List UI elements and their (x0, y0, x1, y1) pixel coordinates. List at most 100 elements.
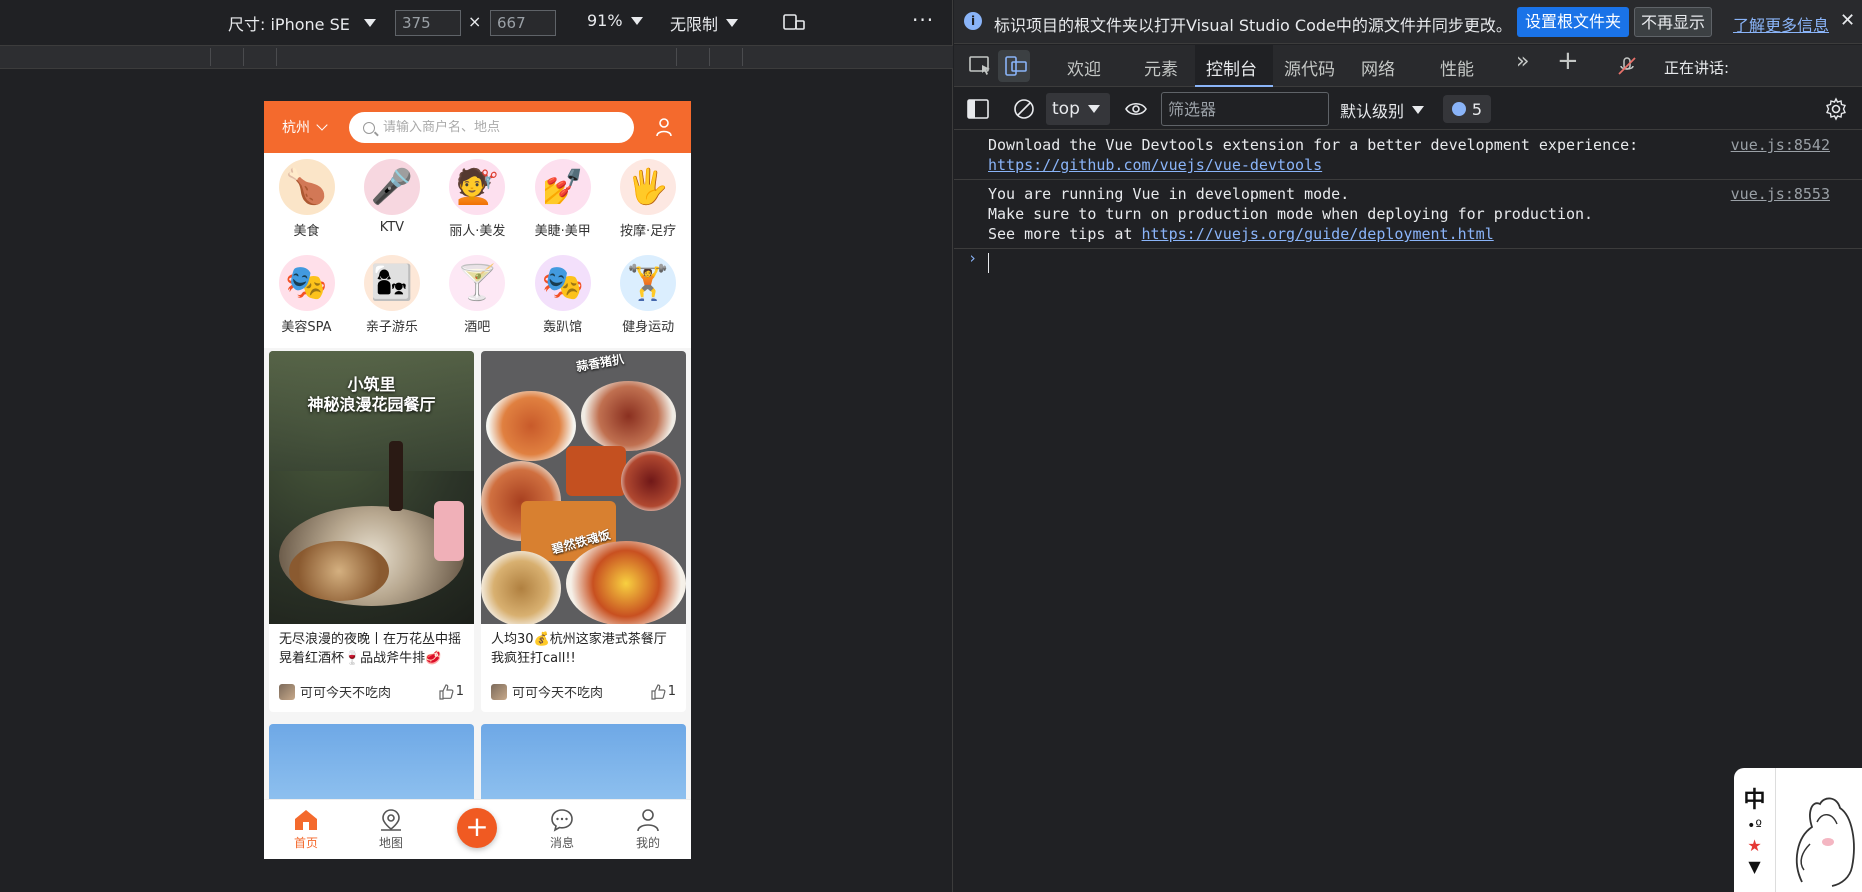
info-icon: i (964, 12, 982, 30)
gear-icon[interactable] (1824, 97, 1848, 121)
more-tabs-icon[interactable]: » (1516, 49, 1529, 74)
category-6[interactable]: 🎭 美容SPA (264, 251, 349, 341)
search-box[interactable] (349, 112, 634, 143)
tab-elements[interactable]: 元素 (1144, 55, 1178, 80)
search-icon (363, 121, 375, 134)
rotate-icon[interactable] (782, 12, 806, 32)
tab-sources[interactable]: 源代码 (1284, 55, 1335, 80)
message-link[interactable]: https://vuejs.org/guide/deployment.html (1142, 225, 1494, 243)
category-9[interactable]: 🎭 轰趴馆 (520, 251, 605, 341)
more-options-icon[interactable]: ··· (912, 8, 934, 32)
dimension-separator: × (468, 12, 482, 31)
chevron-down-icon (1412, 106, 1425, 114)
clear-console-icon[interactable] (1012, 98, 1036, 120)
learn-more-link[interactable]: 了解更多信息 (1733, 12, 1829, 36)
console-message: You are running Vue in development mode.… (954, 180, 1862, 249)
console-prompt[interactable]: › (954, 249, 1862, 275)
height-input[interactable] (490, 10, 556, 36)
card-image: 蒜香猪扒 碧然铁魂饭 (481, 351, 686, 624)
chevron-down-icon (316, 119, 328, 131)
zoom-selector[interactable]: 91% (587, 11, 643, 30)
face-mask-icon: 🎭 (278, 255, 335, 311)
card-title: 无尽浪漫的夜晚丨在万花丛中摇晃着红酒杯🍷品战斧牛排🥩 (279, 632, 462, 666)
category-grid: 🍗 美食 🎤 KTV 💇 丽人·美发 💅 美睫·美甲 🖐 按摩·足疗 🎭 美容SPA 👩‍👧 亲子游乐 🍸 酒… (264, 153, 691, 348)
context-selector[interactable]: top (1046, 93, 1110, 125)
inspect-element-icon[interactable] (968, 55, 994, 77)
device-toolbar-icon[interactable] (1003, 55, 1029, 77)
filter-input[interactable] (1161, 92, 1329, 126)
user-icon[interactable] (655, 117, 673, 137)
feed-card-image[interactable] (481, 724, 686, 804)
category-1[interactable]: 🍗 美食 (264, 155, 349, 245)
tab-label: 消息 (549, 836, 574, 850)
chevron-down-icon (363, 19, 376, 27)
card-author: 可可今天不吃肉 (512, 686, 604, 701)
close-icon[interactable]: ✕ (1840, 10, 1855, 31)
like-button[interactable]: 1 (650, 683, 676, 700)
add-tab-icon[interactable]: + (1557, 46, 1579, 76)
card-footer: 可可今天不吃肉 1 (481, 676, 686, 701)
person-icon (637, 809, 659, 832)
home-icon (295, 810, 317, 830)
tab-profile[interactable]: 我的 (613, 808, 683, 851)
tab-map[interactable]: 地图 (356, 808, 426, 851)
category-7[interactable]: 👩‍👧 亲子游乐 (349, 251, 434, 341)
category-label: 按摩·足疗 (620, 224, 677, 239)
category-10[interactable]: 🏋 健身运动 (606, 251, 691, 341)
category-label: 丽人·美发 (449, 224, 506, 239)
nail-salon-icon: 💅 (534, 159, 591, 215)
city-selector[interactable]: 杭州 (282, 117, 328, 137)
source-link[interactable]: vue.js:8553 (1731, 184, 1830, 204)
like-button[interactable]: 1 (438, 683, 464, 700)
add-button[interactable]: + (457, 808, 497, 848)
message-link[interactable]: https://github.com/vuejs/vue-devtools (988, 155, 1862, 175)
thumbs-up-icon (439, 683, 454, 700)
tab-performance[interactable]: 性能 (1440, 55, 1474, 80)
console-message: Download the Vue Devtools extension for … (954, 131, 1862, 180)
throttle-selector[interactable]: 无限制 (670, 11, 739, 35)
source-link[interactable]: vue.js:8542 (1731, 135, 1830, 155)
card-title: 人均30💰杭州这家港式茶餐厅我疯狂打call!! (491, 632, 667, 666)
category-8[interactable]: 🍸 酒吧 (435, 251, 520, 341)
category-label: KTV (379, 220, 405, 235)
message-text: See more tips at (988, 225, 1142, 243)
feed-card-image[interactable] (269, 724, 474, 804)
device-emulation-pane: 尺寸: iPhone SE × 91% 无限制 ··· (0, 0, 953, 892)
tab-home[interactable]: 首页 (271, 808, 341, 851)
category-label: 酒吧 (464, 320, 491, 335)
avatar (279, 683, 295, 700)
tab-network[interactable]: 网络 (1361, 55, 1395, 80)
set-root-folder-button[interactable]: 设置根文件夹 (1517, 7, 1630, 37)
eye-icon[interactable] (1124, 99, 1148, 119)
card-image: 小筑里 神秘浪漫花园餐厅 (269, 351, 474, 624)
category-label: 轰趴馆 (543, 320, 583, 335)
category-5[interactable]: 🖐 按摩·足疗 (606, 155, 691, 245)
category-2[interactable]: 🎤 KTV (349, 155, 434, 245)
chat-icon (551, 809, 573, 832)
category-3[interactable]: 💇 丽人·美发 (435, 155, 520, 245)
feed-cards: 小筑里 神秘浪漫花园餐厅 无尽浪漫的夜晚丨在万花丛中摇晃着红酒杯🍷品战斧牛排🥩 … (264, 348, 691, 808)
card-footer: 可可今天不吃肉 1 (269, 676, 474, 701)
dumbbell-icon: 🏋 (620, 255, 677, 311)
tab-messages[interactable]: 消息 (527, 808, 597, 851)
roast-chicken-icon: 🍗 (278, 159, 335, 215)
feed-card[interactable]: 蒜香猪扒 碧然铁魂饭 人均30💰杭州这家港式茶餐厅我疯狂打call!! 可可今天… (481, 351, 686, 712)
feed-card[interactable]: 小筑里 神秘浪漫花园餐厅 无尽浪漫的夜晚丨在万花丛中摇晃着红酒杯🍷品战斧牛排🥩 … (269, 351, 474, 712)
log-level-selector[interactable]: 默认级别 (1340, 98, 1425, 122)
party-mask-icon: 🎭 (534, 255, 591, 311)
search-input[interactable] (383, 120, 613, 135)
ime-widget[interactable]: 中 •º ★ ▼ (1734, 768, 1862, 892)
category-label: 美睫·美甲 (534, 224, 591, 239)
city-name: 杭州 (282, 120, 310, 136)
issues-badge[interactable]: 5 (1443, 95, 1491, 123)
prompt-chevron-icon: › (968, 249, 978, 267)
microphone-muted-icon[interactable] (1614, 55, 1640, 77)
sidebar-toggle-icon[interactable] (966, 98, 990, 120)
tab-welcome[interactable]: 欢迎 (1067, 55, 1101, 80)
width-input[interactable] (395, 10, 461, 36)
category-4[interactable]: 💅 美睫·美甲 (520, 155, 605, 245)
dont-show-again-button[interactable]: 不再显示 (1634, 7, 1713, 37)
tab-console[interactable]: 控制台 (1206, 55, 1257, 80)
screen: 尺寸: iPhone SE × 91% 无限制 ··· (0, 0, 1862, 892)
device-selector[interactable]: 尺寸: iPhone SE (228, 11, 376, 35)
